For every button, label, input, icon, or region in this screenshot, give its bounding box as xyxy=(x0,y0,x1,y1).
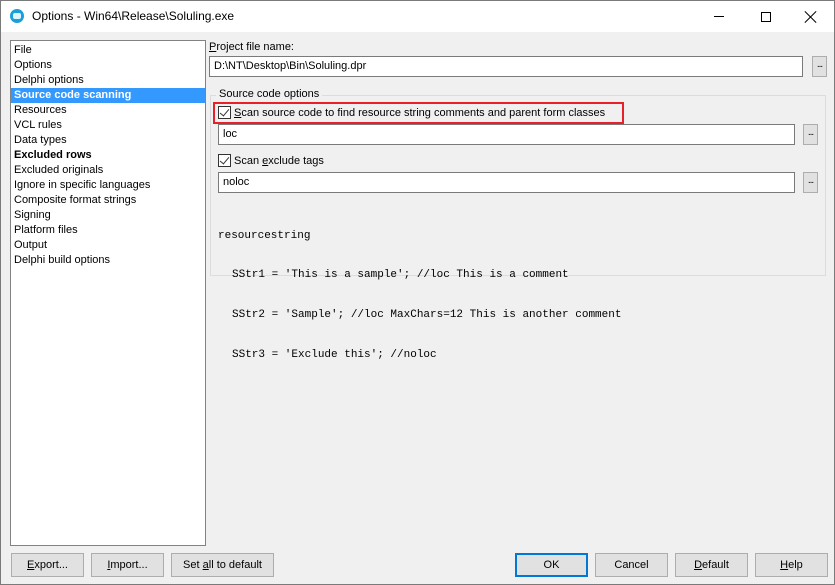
import-rest: mport... xyxy=(110,559,148,571)
export-button[interactable]: Export... xyxy=(11,553,84,577)
set-all-default-button[interactable]: Set all to default xyxy=(171,553,274,577)
nav-item-file[interactable]: File xyxy=(11,43,205,58)
nav-item-delphi-options[interactable]: Delphi options xyxy=(11,73,205,88)
project-file-input[interactable]: D:\NT\Desktop\Bin\Soluling.dpr xyxy=(209,56,803,77)
options-category-list[interactable]: File Options Delphi options Source code sca… xyxy=(10,40,206,546)
nav-item-platform-files[interactable]: Platform files xyxy=(11,223,205,238)
exclude-tag-browse-button[interactable]: ... xyxy=(803,172,818,193)
minimize-icon xyxy=(714,16,724,17)
scan-exclude-label: Scan exclude tags xyxy=(234,155,324,167)
import-button[interactable]: Import... xyxy=(91,553,164,577)
project-label-rest: roject file name: xyxy=(216,41,294,53)
nav-item-data-types[interactable]: Data types xyxy=(11,133,205,148)
maximize-button[interactable] xyxy=(743,1,789,32)
code-sample: resourcestring SStr1 = 'This is a sample… xyxy=(218,205,621,387)
code-line: resourcestring xyxy=(218,230,311,242)
scan-exclude-checkbox[interactable]: Scan exclude tags xyxy=(218,154,324,167)
set-default-pre: Set xyxy=(183,559,203,571)
nav-item-ignore-in-specific-languages[interactable]: Ignore in specific languages xyxy=(11,178,205,193)
nav-item-excluded-rows[interactable]: Excluded rows xyxy=(11,148,205,163)
code-line: SStr1 = 'This is a sample'; //loc This i… xyxy=(232,269,569,281)
title-bar: Options - Win64\Release\Soluling.exe xyxy=(1,1,834,32)
minimize-button[interactable] xyxy=(696,1,742,32)
window-title: Options - Win64\Release\Soluling.exe xyxy=(32,9,235,23)
exclude-label-rest: xclude tags xyxy=(268,154,324,167)
default-rest: efault xyxy=(702,559,729,571)
project-browse-button[interactable]: ... xyxy=(812,56,827,77)
group-title: Source code options xyxy=(216,88,323,100)
scan-tag-browse-button[interactable]: ... xyxy=(803,124,818,145)
nav-item-output[interactable]: Output xyxy=(11,238,205,253)
exclude-label-pre: Scan xyxy=(234,154,263,167)
default-accel: D xyxy=(694,559,703,571)
code-line: SStr2 = 'Sample'; //loc MaxChars=12 This… xyxy=(232,309,622,321)
app-icon xyxy=(10,9,24,23)
scan-label-rest: can source code to find resource string … xyxy=(241,106,606,119)
options-dialog: Options - Win64\Release\Soluling.exe Fil… xyxy=(0,0,835,585)
cancel-button[interactable]: Cancel xyxy=(595,553,668,577)
nav-item-resources[interactable]: Resources xyxy=(11,103,205,118)
code-line: SStr3 = 'Exclude this'; //noloc xyxy=(232,349,437,361)
ok-button[interactable]: OK xyxy=(515,553,588,577)
maximize-icon xyxy=(761,11,771,22)
scan-tag-input[interactable]: loc xyxy=(218,124,795,145)
checkbox-checked-icon xyxy=(218,106,231,119)
set-default-rest: ll to default xyxy=(208,559,262,571)
help-accel: H xyxy=(780,559,789,571)
default-button[interactable]: Default xyxy=(675,553,748,577)
checkbox-checked-icon xyxy=(218,154,231,167)
scan-source-checkbox[interactable]: Scan source code to find resource string… xyxy=(218,106,605,119)
nav-item-excluded-originals[interactable]: Excluded originals xyxy=(11,163,205,178)
close-icon xyxy=(805,11,817,23)
scan-source-label: Scan source code to find resource string… xyxy=(234,107,605,119)
help-rest: elp xyxy=(788,559,803,571)
nav-item-source-code-scanning[interactable]: Source code scanning xyxy=(11,88,205,103)
nav-item-delphi-build-options[interactable]: Delphi build options xyxy=(11,253,205,268)
nav-item-vcl-rules[interactable]: VCL rules xyxy=(11,118,205,133)
nav-item-signing[interactable]: Signing xyxy=(11,208,205,223)
help-button[interactable]: Help xyxy=(755,553,828,577)
project-file-label: Project file name: xyxy=(209,41,294,53)
nav-item-composite-format-strings[interactable]: Composite format strings xyxy=(11,193,205,208)
export-rest: xport... xyxy=(34,559,68,571)
close-button[interactable] xyxy=(788,1,834,32)
nav-item-options[interactable]: Options xyxy=(11,58,205,73)
exclude-tag-input[interactable]: noloc xyxy=(218,172,795,193)
